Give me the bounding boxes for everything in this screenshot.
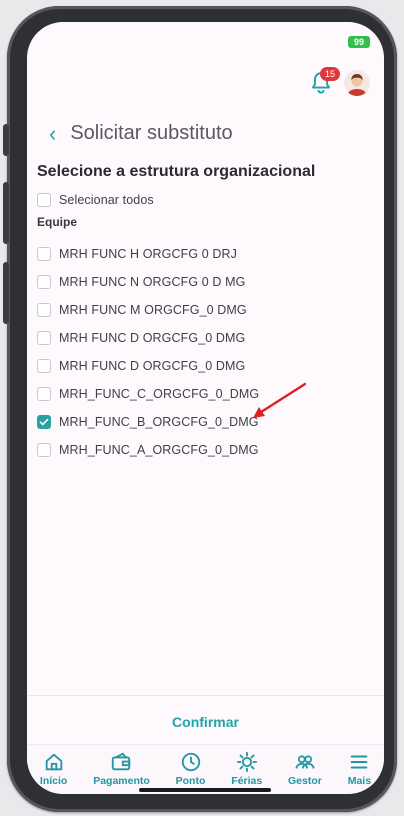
item-label: MRH FUNC D ORGCFG_0 DMG bbox=[59, 331, 246, 345]
nav-label: Mais bbox=[347, 775, 372, 787]
confirm-button[interactable]: Confirmar bbox=[27, 714, 384, 730]
side-button bbox=[3, 262, 9, 324]
item-label: MRH FUNC N ORGCFG 0 D MG bbox=[59, 275, 246, 289]
list-item[interactable]: MRH FUNC M ORGCFG_0 DMG bbox=[37, 303, 247, 317]
item-checkbox[interactable] bbox=[37, 415, 51, 429]
side-button bbox=[3, 124, 9, 156]
nav-item-gestor[interactable]: Gestor bbox=[288, 745, 322, 794]
back-button[interactable]: ‹ bbox=[49, 122, 56, 145]
list-item[interactable]: MRH_FUNC_B_ORGCFG_0_DMG bbox=[37, 415, 259, 429]
list-item[interactable]: MRH FUNC H ORGCFG 0 DRJ bbox=[37, 247, 237, 261]
team-icon bbox=[295, 755, 315, 769]
battery-level: 99 bbox=[353, 37, 364, 47]
notification-badge: 15 bbox=[320, 67, 340, 81]
item-checkbox[interactable] bbox=[37, 303, 51, 317]
nav-item-mais[interactable]: Mais bbox=[348, 745, 371, 794]
battery-indicator: 99 bbox=[348, 36, 370, 48]
menu-icon bbox=[351, 755, 368, 769]
list-item[interactable]: MRH_FUNC_C_ORGCFG_0_DMG bbox=[37, 387, 259, 401]
sun-icon bbox=[236, 751, 257, 773]
check-icon bbox=[39, 418, 49, 426]
item-checkbox[interactable] bbox=[37, 247, 51, 261]
item-label: MRH_FUNC_C_ORGCFG_0_DMG bbox=[59, 387, 260, 401]
item-checkbox[interactable] bbox=[37, 359, 51, 373]
clock-icon bbox=[181, 752, 200, 772]
list-item[interactable]: MRH FUNC N ORGCFG 0 D MG bbox=[37, 275, 245, 289]
item-label: MRH FUNC D ORGCFG_0 DMG bbox=[59, 359, 246, 373]
nav-item-ferias[interactable]: Férias bbox=[231, 745, 262, 794]
list-item[interactable]: MRH_FUNC_A_ORGCFG_0_DMG bbox=[37, 443, 259, 457]
nav-label: Gestor bbox=[288, 775, 322, 787]
top-actions: 15 bbox=[308, 67, 370, 96]
item-checkbox[interactable] bbox=[37, 331, 51, 345]
list-item[interactable]: MRH FUNC D ORGCFG_0 DMG bbox=[37, 359, 245, 373]
item-label: MRH_FUNC_A_ORGCFG_0_DMG bbox=[59, 443, 259, 457]
page-title: Solicitar substituto bbox=[70, 122, 233, 144]
nav-item-ponto[interactable]: Ponto bbox=[175, 745, 206, 794]
section-title: Selecione a estrutura organizacional bbox=[37, 163, 316, 180]
nav-label: Início bbox=[39, 775, 68, 787]
footer-divider bbox=[27, 695, 384, 696]
avatar-image bbox=[344, 70, 370, 96]
select-all-label: Selecionar todos bbox=[59, 193, 154, 207]
page-header: ‹ Solicitar substituto bbox=[49, 122, 233, 145]
bottom-navigation: Início Pagamento Ponto Férias Gestor Mai… bbox=[27, 744, 384, 794]
notification-button[interactable]: 15 bbox=[308, 67, 340, 96]
home-indicator bbox=[139, 788, 271, 792]
select-all-checkbox[interactable] bbox=[37, 193, 51, 207]
nav-label: Pagamento bbox=[93, 775, 150, 787]
nav-label: Férias bbox=[231, 775, 263, 787]
app-screen: 99 15 ‹ Solicitar substituto Selecione a… bbox=[27, 22, 384, 794]
select-all-row[interactable]: Selecionar todos bbox=[37, 193, 154, 207]
item-checkbox[interactable] bbox=[37, 387, 51, 401]
list-item[interactable]: MRH FUNC D ORGCFG_0 DMG bbox=[37, 331, 245, 345]
group-label: Equipe bbox=[37, 215, 78, 229]
item-label: MRH FUNC M ORGCFG_0 DMG bbox=[59, 303, 247, 317]
item-checkbox[interactable] bbox=[37, 275, 51, 289]
nav-item-inicio[interactable]: Início bbox=[40, 745, 67, 794]
side-button bbox=[3, 182, 9, 244]
home-icon bbox=[45, 753, 62, 771]
item-checkbox[interactable] bbox=[37, 443, 51, 457]
wallet-icon bbox=[112, 752, 131, 771]
nav-item-pagamento[interactable]: Pagamento bbox=[93, 745, 150, 794]
nav-label: Ponto bbox=[175, 775, 206, 787]
avatar[interactable] bbox=[344, 70, 370, 96]
item-label: MRH FUNC H ORGCFG 0 DRJ bbox=[59, 247, 237, 261]
item-label: MRH_FUNC_B_ORGCFG_0_DMG bbox=[59, 415, 259, 429]
